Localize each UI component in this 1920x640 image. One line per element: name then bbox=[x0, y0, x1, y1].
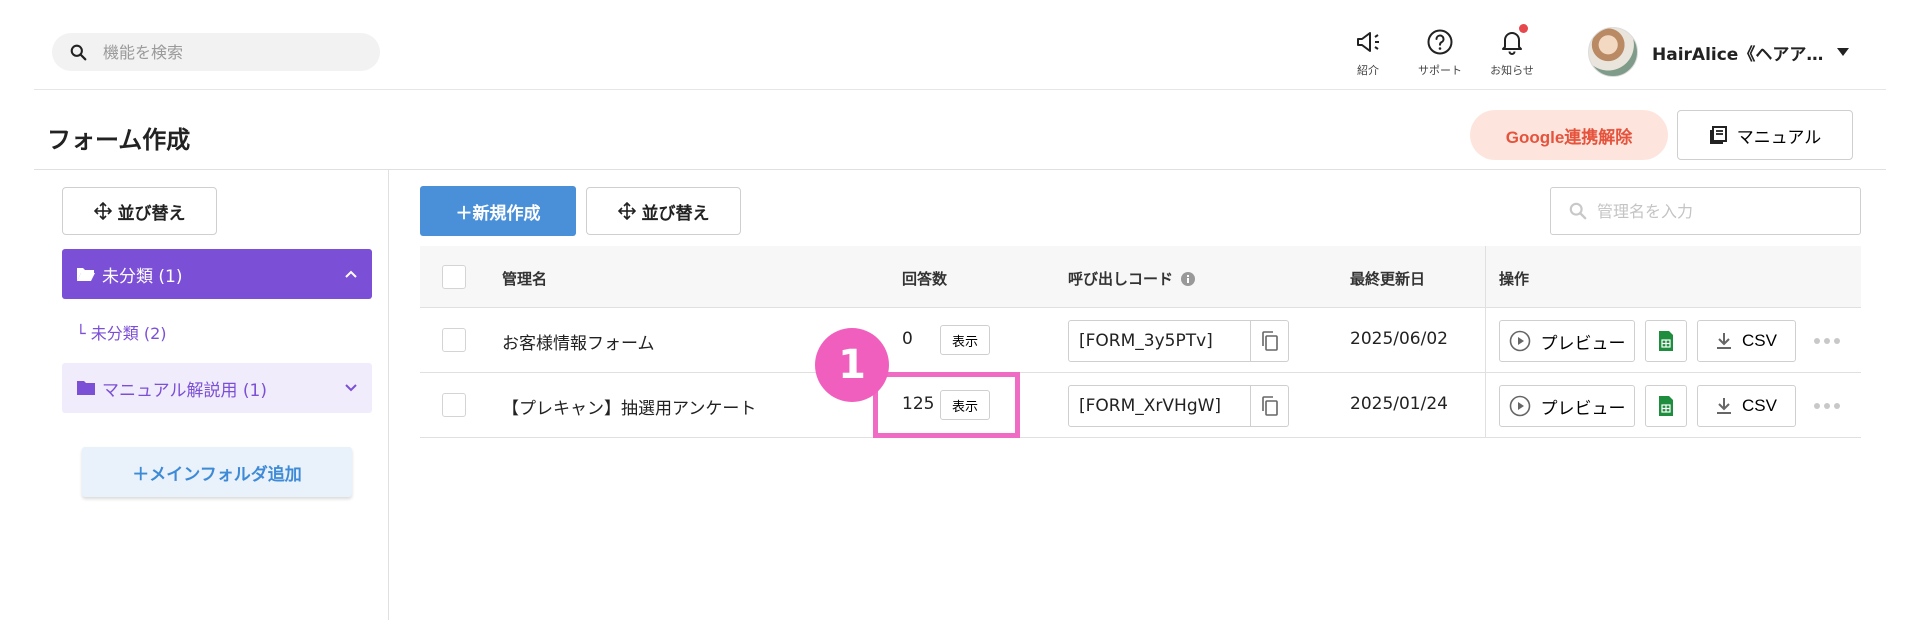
move-icon bbox=[93, 202, 112, 220]
google-sheets-button[interactable] bbox=[1645, 320, 1687, 362]
avatar bbox=[1588, 27, 1638, 77]
column-header-actions: 操作 bbox=[1499, 270, 1530, 288]
last-updated: 2025/01/24 bbox=[1350, 394, 1448, 414]
divider bbox=[388, 170, 389, 620]
chevron-up-icon bbox=[345, 270, 357, 278]
highlight-box bbox=[873, 372, 1020, 438]
subfolder-label: 未分類 (2) bbox=[90, 324, 167, 343]
account-name: HairAlice《ヘアア… bbox=[1652, 44, 1824, 65]
table-header: 管理名 回答数 呼び出しコード 最終更新日 操作 bbox=[420, 246, 1861, 308]
global-search-input[interactable] bbox=[103, 42, 363, 62]
csv-label: CSV bbox=[1742, 396, 1777, 415]
help-icon bbox=[1427, 29, 1453, 55]
folder-icon bbox=[77, 381, 95, 395]
column-header-responses: 回答数 bbox=[902, 270, 948, 288]
top-bar: 紹介 サポート お知らせ HairAlice《ヘアア… bbox=[0, 0, 1920, 90]
last-updated: 2025/06/02 bbox=[1350, 329, 1448, 349]
account-menu[interactable]: HairAlice《ヘアア… bbox=[1588, 27, 1850, 77]
sidebar-sort-button[interactable]: 並び替え bbox=[62, 187, 217, 235]
add-main-folder-button[interactable]: ＋メインフォルダ追加 bbox=[82, 447, 352, 497]
form-name: 【プレキャン】抽選用アンケート bbox=[502, 399, 757, 419]
step-marker: 1 bbox=[815, 328, 889, 402]
copy-code-button[interactable] bbox=[1251, 320, 1289, 362]
folder-label: 未分類 (1) bbox=[102, 266, 183, 287]
play-circle-icon bbox=[1509, 395, 1530, 417]
nav-intro-label: 紹介 bbox=[1357, 64, 1379, 77]
folder-unclassified[interactable]: 未分類 (1) bbox=[62, 249, 372, 299]
folder-label: マニュアル解説用 (1) bbox=[102, 380, 267, 401]
manual-button[interactable]: マニュアル bbox=[1677, 110, 1853, 160]
chevron-down-icon bbox=[345, 384, 357, 392]
more-options-icon[interactable] bbox=[1814, 402, 1840, 410]
caret-down-icon bbox=[1837, 48, 1850, 56]
manual-button-label: マニュアル bbox=[1736, 127, 1822, 147]
download-icon bbox=[1717, 333, 1732, 349]
google-sheets-button[interactable] bbox=[1645, 385, 1687, 427]
copy-icon bbox=[1261, 331, 1278, 351]
select-all-checkbox[interactable] bbox=[442, 265, 466, 289]
preview-label: プレビュー bbox=[1540, 333, 1626, 353]
show-responses-button[interactable]: 表示 bbox=[940, 325, 990, 355]
folder-manual-guide[interactable]: マニュアル解説用 (1) bbox=[62, 363, 372, 413]
book-icon bbox=[1709, 126, 1727, 144]
column-header-name: 管理名 bbox=[502, 270, 548, 288]
global-search[interactable] bbox=[52, 33, 380, 71]
google-sheets-icon bbox=[1659, 396, 1673, 416]
megaphone-icon bbox=[1357, 32, 1379, 52]
folder-open-icon bbox=[77, 268, 95, 281]
nav-intro[interactable]: 紹介 bbox=[1338, 28, 1398, 80]
search-icon bbox=[1569, 202, 1587, 220]
subfolder-branch-icon: └ bbox=[76, 324, 86, 343]
google-unlink-button[interactable]: Google連携解除 bbox=[1470, 110, 1668, 160]
nav-support[interactable]: サポート bbox=[1410, 28, 1470, 80]
preview-button[interactable]: プレビュー bbox=[1499, 320, 1635, 362]
form-name-search[interactable] bbox=[1550, 187, 1861, 235]
google-sheets-icon bbox=[1659, 331, 1673, 351]
call-code-field[interactable]: [FORM_XrVHgW] bbox=[1068, 385, 1251, 427]
row-checkbox[interactable] bbox=[442, 328, 466, 352]
preview-label: プレビュー bbox=[1540, 398, 1626, 418]
table-row: 【プレキャン】抽選用アンケート 125 表示 [FORM_XrVHgW] 202… bbox=[420, 373, 1861, 438]
table-sort-label: 並び替え bbox=[641, 203, 710, 223]
table-sort-button[interactable]: 並び替え bbox=[586, 187, 741, 235]
call-code-field[interactable]: [FORM_3y5PTv] bbox=[1068, 320, 1251, 362]
copy-code-button[interactable] bbox=[1251, 385, 1289, 427]
column-header-updated: 最終更新日 bbox=[1350, 270, 1426, 288]
csv-label: CSV bbox=[1742, 331, 1777, 350]
search-icon bbox=[70, 44, 87, 60]
column-header-code-label: 呼び出しコード bbox=[1068, 270, 1174, 288]
copy-icon bbox=[1261, 396, 1278, 416]
row-checkbox[interactable] bbox=[442, 393, 466, 417]
nav-support-label: サポート bbox=[1418, 64, 1462, 77]
new-form-button[interactable]: ＋新規作成 bbox=[420, 186, 576, 236]
divider bbox=[34, 169, 1886, 170]
response-count: 0 bbox=[902, 329, 913, 349]
divider bbox=[34, 89, 1886, 90]
csv-download-button[interactable]: CSV bbox=[1697, 385, 1796, 427]
column-header-code: 呼び出しコード bbox=[1068, 268, 1196, 289]
nav-notifications-label: お知らせ bbox=[1490, 64, 1534, 77]
play-circle-icon bbox=[1509, 330, 1530, 352]
more-options-icon[interactable] bbox=[1814, 337, 1840, 345]
move-icon bbox=[617, 202, 636, 220]
sidebar-sort-label: 並び替え bbox=[117, 203, 186, 223]
table-row: お客様情報フォーム 0 表示 [FORM_3y5PTv] 2025/06/02 … bbox=[420, 308, 1861, 373]
nav-notifications[interactable]: お知らせ bbox=[1482, 24, 1542, 80]
info-icon[interactable] bbox=[1181, 271, 1196, 286]
form-name-search-input[interactable] bbox=[1597, 201, 1857, 221]
page-title: フォーム作成 bbox=[47, 126, 191, 154]
subfolder-unclassified[interactable]: └ 未分類 (2) bbox=[76, 320, 167, 344]
preview-button[interactable]: プレビュー bbox=[1499, 385, 1635, 427]
csv-download-button[interactable]: CSV bbox=[1697, 320, 1796, 362]
form-name: お客様情報フォーム bbox=[502, 334, 655, 354]
download-icon bbox=[1717, 398, 1732, 414]
notification-badge bbox=[1519, 24, 1528, 33]
